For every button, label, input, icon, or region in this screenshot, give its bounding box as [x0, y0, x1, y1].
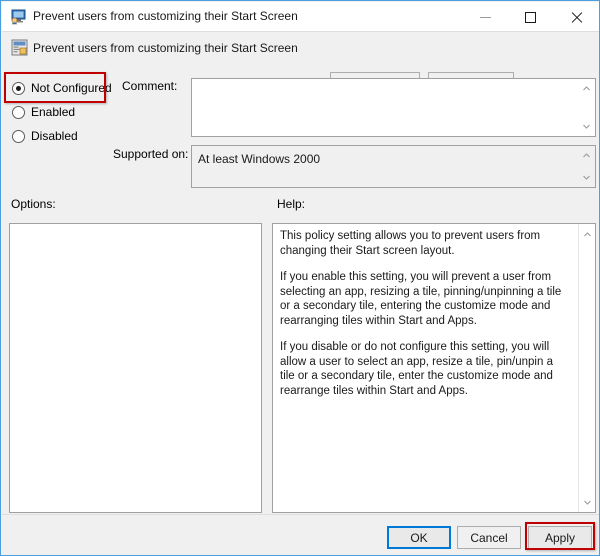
options-panel[interactable]	[9, 223, 262, 513]
radio-disabled[interactable]: Disabled	[12, 129, 78, 143]
minimize-button[interactable]	[463, 3, 508, 32]
chevron-up-icon[interactable]	[582, 84, 591, 93]
comment-scrollbar[interactable]	[579, 79, 595, 136]
close-button[interactable]	[553, 3, 598, 32]
setting-title: Prevent users from customizing their Sta…	[33, 41, 298, 55]
minimize-icon	[480, 17, 491, 18]
window-title: Prevent users from customizing their Sta…	[33, 9, 298, 23]
chevron-up-icon[interactable]	[579, 226, 595, 242]
radio-indicator-not-configured	[12, 81, 25, 95]
options-label: Options:	[11, 197, 56, 211]
close-icon	[570, 12, 582, 24]
supported-on-label: Supported on:	[113, 147, 189, 161]
radio-label-disabled: Disabled	[31, 129, 78, 143]
maximize-button[interactable]	[508, 3, 553, 32]
supported-on-value: At least Windows 2000	[198, 152, 321, 166]
radio-not-configured[interactable]: Not Configured	[12, 81, 112, 95]
help-scrollbar[interactable]	[578, 224, 595, 512]
policy-setting-dialog: Prevent users from customizing their Sta…	[0, 0, 600, 556]
state-radio-group: Not Configured Enabled Disabled	[1, 71, 112, 143]
apply-button[interactable]: Apply	[528, 526, 592, 549]
maximize-icon	[525, 12, 536, 23]
comment-input[interactable]	[191, 78, 596, 137]
help-paragraph-3: If you disable or do not configure this …	[280, 341, 553, 397]
help-label: Help:	[277, 197, 306, 211]
comment-label: Comment:	[122, 79, 178, 93]
supported-on-scrollbar[interactable]	[579, 146, 595, 187]
setting-header: Prevent users from customizing their Sta…	[2, 32, 599, 94]
radio-indicator-enabled	[12, 105, 25, 119]
supported-on-field[interactable]: At least Windows 2000	[191, 145, 596, 188]
radio-label-enabled: Enabled	[31, 105, 76, 119]
chevron-up-icon[interactable]	[582, 151, 591, 160]
help-paragraph-2: If you enable this setting, you will pre…	[280, 271, 562, 327]
help-text-content: This policy setting allows you to preven…	[280, 229, 565, 398]
ok-button[interactable]: OK	[387, 526, 451, 549]
radio-label-not-configured: Not Configured	[31, 81, 112, 95]
monitor-policy-icon	[10, 9, 27, 25]
help-paragraph-1: This policy setting allows you to preven…	[280, 230, 541, 257]
chevron-down-icon[interactable]	[582, 173, 591, 182]
radio-indicator-disabled	[12, 129, 25, 143]
help-panel: This policy setting allows you to preven…	[272, 223, 596, 513]
chevron-down-icon[interactable]	[582, 122, 591, 131]
chevron-down-icon[interactable]	[579, 494, 595, 510]
policy-setting-icon	[11, 39, 28, 56]
radio-enabled[interactable]: Enabled	[12, 105, 75, 119]
title-bar: Prevent users from customizing their Sta…	[2, 2, 599, 32]
cancel-button[interactable]: Cancel	[457, 526, 521, 549]
